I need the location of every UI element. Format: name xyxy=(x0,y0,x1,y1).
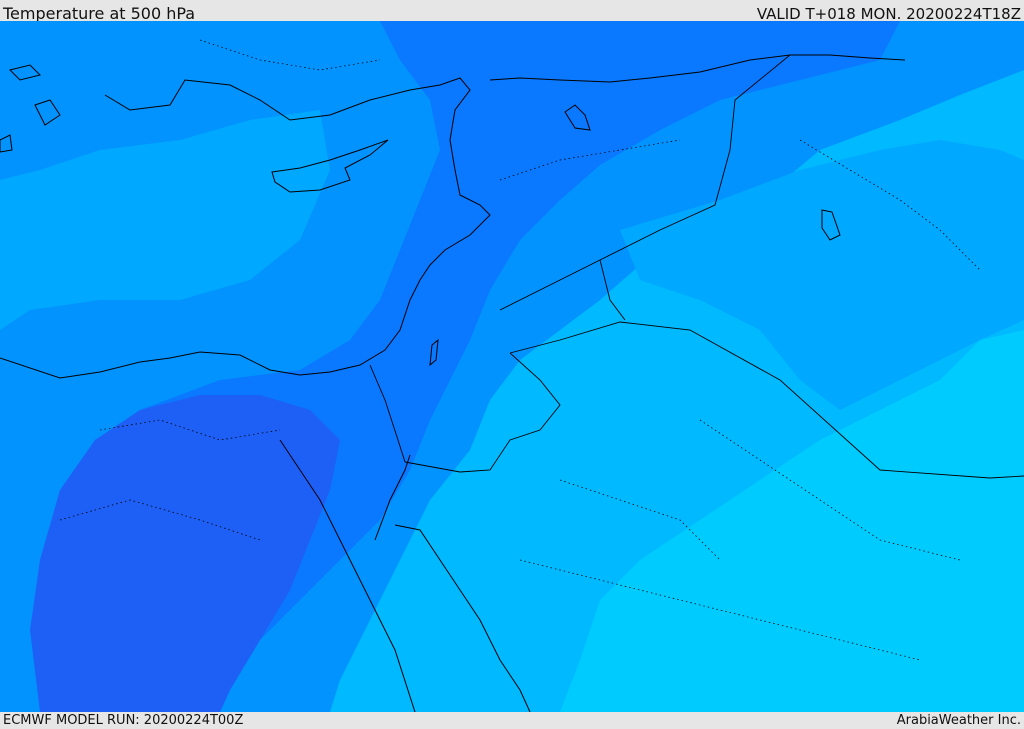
model-run: ECMWF MODEL RUN: 20200224T00Z xyxy=(3,713,244,728)
temperature-map[interactable] xyxy=(0,21,1024,712)
footer-bar: ECMWF MODEL RUN: 20200224T00Z ArabiaWeat… xyxy=(0,712,1024,729)
header-bar: Temperature at 500 hPa VALID T+018 MON. … xyxy=(0,0,1024,23)
map-canvas xyxy=(0,21,1024,712)
credit-label: ArabiaWeather Inc. xyxy=(896,713,1021,728)
